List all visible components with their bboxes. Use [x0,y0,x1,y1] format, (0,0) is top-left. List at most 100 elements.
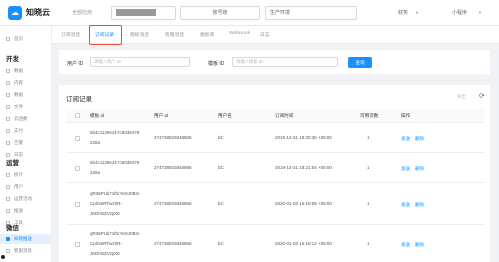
app-select-value [116,8,156,16]
username-cell: bC [218,241,224,246]
template-id-cell: Cp03eRFwzhR- [90,201,123,206]
column-header: 用户名 [218,113,232,118]
stats-icon [6,173,10,177]
sidebar-item-dev[interactable]: 告警 [0,138,51,148]
count-cell: 1 [367,201,370,206]
user-id-cell: 274738503848868 [154,201,192,206]
search-button[interactable]: 查询 [348,57,372,68]
payment-icon [6,129,10,133]
username-cell: bC [218,135,224,140]
user-menu[interactable]: 小程序 [452,9,467,16]
delete-link[interactable]: 删除 [415,202,424,208]
sidebar-item-home[interactable]: 首页 [0,34,51,44]
send-link[interactable]: 发送 [401,202,410,208]
template-id-label: 模板 ID [208,61,225,67]
time-cell: 2019-12-31 18:21:54 +08:00 [275,165,332,170]
sidebar-item-ops[interactable]: 推送 [0,206,51,216]
push-icon [6,209,10,213]
data-icon [6,69,10,73]
delete-link[interactable]: 删除 [415,242,424,248]
tab-logs[interactable]: 日志 [260,31,270,38]
user-id-cell: 274738503848868 [154,135,192,140]
sidebar: 首页 开发 数据 内容 数据 文件 云函数 支付 告警 日志 运营 统计 用户 … [0,26,52,262]
row-checkbox[interactable] [75,242,80,247]
logo-text: 知晓云 [26,8,50,17]
sidebar-item-ops[interactable]: 用户 [0,182,51,192]
row-checkbox[interactable] [75,166,80,171]
content-icon [6,81,10,85]
select-all-checkbox[interactable] [75,113,80,118]
tab-service-message[interactable]: 客服消息 [165,31,184,38]
column-header: 操作 [401,113,411,118]
account-select[interactable]: 账号账 [180,6,260,20]
export-link[interactable]: 导出 [457,94,466,100]
column-header: 用户 id [154,113,169,118]
count-cell: 1 [367,165,370,170]
refresh-icon[interactable]: ⟳ [479,92,485,100]
function-icon [6,117,10,121]
sidebar-item-dev[interactable]: 数据 [0,66,51,76]
records-title: 订阅记录 [66,96,92,103]
home-icon [6,37,10,41]
sidebar-item-dev[interactable]: 支付 [0,126,51,136]
sidebar-item-dev[interactable]: 文件 [0,102,51,112]
row-checkbox[interactable] [75,136,80,141]
row-checkbox[interactable] [75,202,80,207]
template-id-cell: qR36PUk71ftrrYeSJ0Bm [90,231,140,236]
username-cell: bC [218,201,224,206]
template-id-cell: 5b4c1128e317c5036479 [90,160,140,165]
sidebar-item-dev[interactable]: 云函数 [0,114,51,124]
user-id-cell: 274738503848868 [154,241,192,246]
file-icon [6,105,10,109]
template-id-input[interactable]: 请输入模板 ID [232,57,338,67]
tab-webhook[interactable]: WebHook [229,31,250,36]
app-select[interactable] [111,6,176,20]
template-id-cell: qR36PUk71ftrrYeSJ0Bm [90,191,140,196]
sidebar-item-ops[interactable]: 运营活动 [0,194,51,204]
delete-link[interactable]: 删除 [415,166,424,172]
user-id-cell: 274738503848868 [154,165,192,170]
user-id-input[interactable]: 请输入用户 ID [90,57,190,67]
sidebar-heading-ops: 运营 [6,160,19,167]
sidebar-heading-wechat: 微信 [6,225,19,232]
time-cell: 2019-12-31 18:20:36 +08:00 [275,135,332,140]
username-cell: bC [218,165,224,170]
data-icon [6,93,10,97]
send-link[interactable]: 发送 [401,166,410,172]
send-link[interactable]: 发送 [401,242,410,248]
activity-icon [6,197,10,201]
chevron-down-icon[interactable]: ▼ [415,10,419,15]
template-id-cell: 228a [90,140,101,145]
sidebar-item-ops[interactable]: 统计 [0,170,51,180]
tab-highlight-box [89,25,122,45]
sidebar-item-dev[interactable]: 数据 [0,90,51,100]
column-header: 可用次数 [360,113,379,118]
template-id-cell: J6OHbZVzjiXE [90,251,121,256]
environment-select[interactable]: 生产环境 [265,6,357,20]
tab-template-message[interactable]: 模板消息 [130,31,149,38]
finance-link[interactable]: 财务 [398,9,408,16]
template-id-cell: J6OHbZVzjiXE [90,211,121,216]
column-header: 订阅时间 [275,113,294,118]
sidebar-item-wechat-push[interactable]: 知晓推送 [0,234,51,244]
send-link[interactable]: 发送 [401,136,410,142]
user-icon [6,185,10,189]
delete-link[interactable]: 删除 [415,136,424,142]
template-id-cell: Cp03eRFwzhR- [90,241,123,246]
time-cell: 2020-01-03 15:19:12 +08:00 [275,241,332,246]
count-cell: 1 [367,241,370,246]
count-cell: 1 [367,135,370,140]
template-id-cell: 228a [90,170,101,175]
sidebar-heading-dev: 开发 [6,56,19,63]
tab-subscribe-message[interactable]: 订阅消息 [61,31,80,38]
tab-template-library[interactable]: 模板库 [200,31,214,38]
sidebar-item-wechat-service[interactable]: 客服消息 [0,246,51,256]
chevron-down-icon[interactable]: ▼ [478,10,482,15]
time-cell: 2020-01-03 15:19:08 +08:00 [275,201,332,206]
user-id-label: 用户 ID [67,61,84,67]
message-icon [6,249,10,253]
app-label: 全部应用 [72,10,93,16]
sidebar-item-dev[interactable]: 内容 [0,78,51,88]
template-id-cell: 5b4c1128e317c5036479 [90,130,140,135]
cursor-dot [1,255,5,259]
